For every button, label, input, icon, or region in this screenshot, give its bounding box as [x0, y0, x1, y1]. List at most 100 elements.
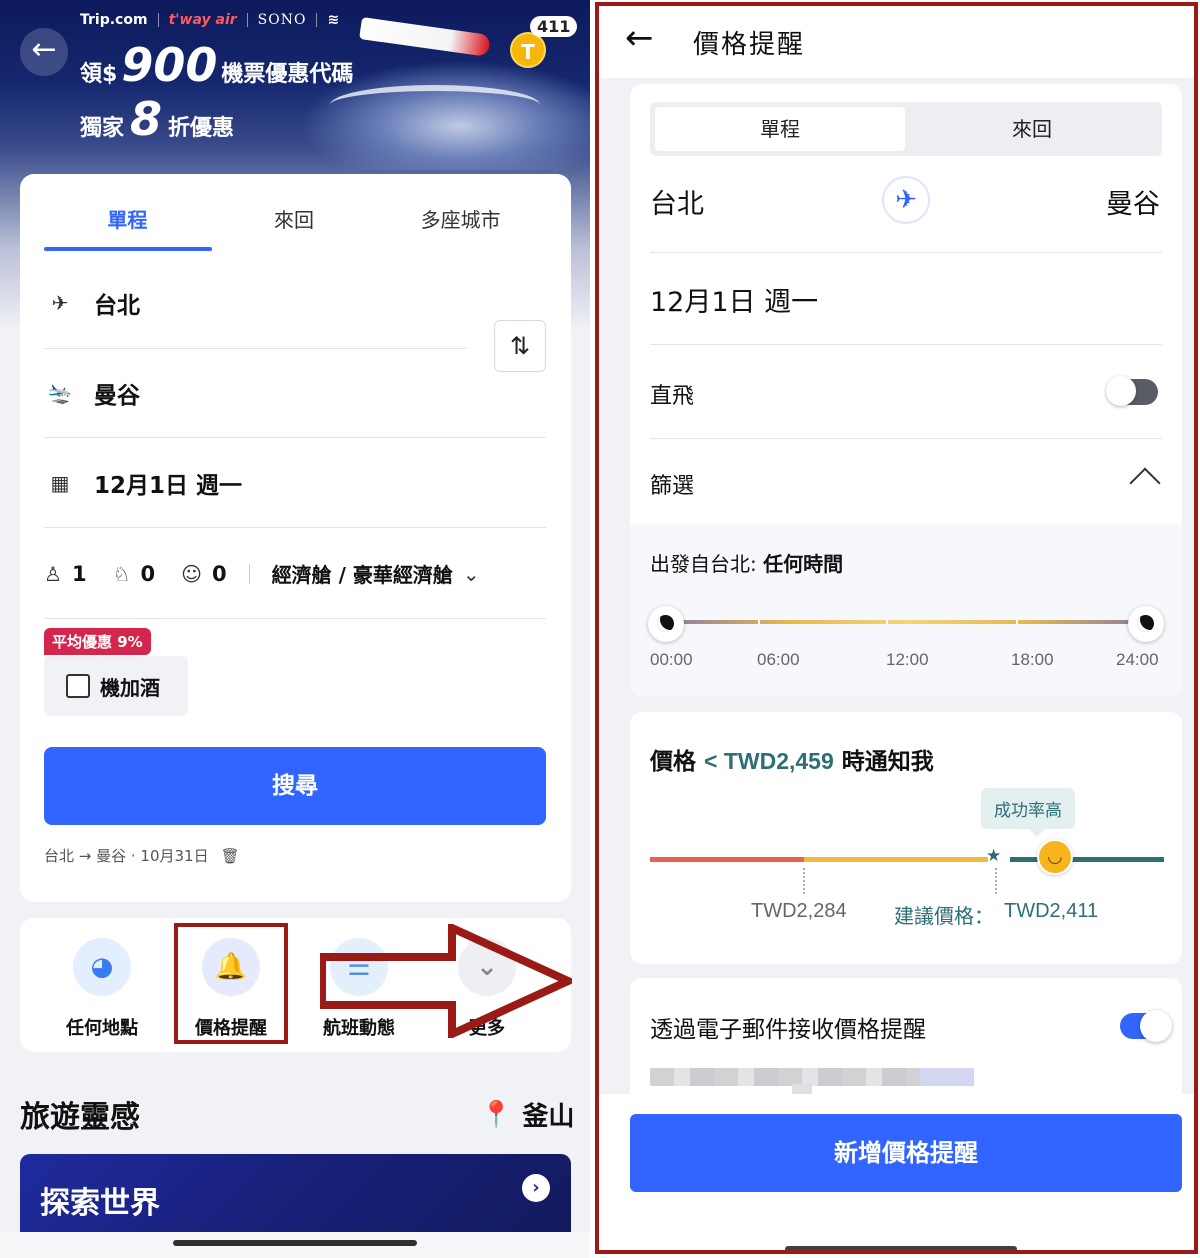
location-selector[interactable]: 📍 釜山	[480, 1096, 574, 1133]
search-button[interactable]: 搜尋	[44, 747, 546, 825]
time-range-slider[interactable]	[666, 620, 1146, 624]
slider-tick	[758, 620, 760, 624]
home-indicator	[173, 1240, 417, 1246]
suggested-price-label: 建議價格：	[894, 904, 994, 928]
active-tab-underline	[44, 247, 212, 251]
direct-flight-toggle[interactable]	[1106, 376, 1158, 406]
segment-one-way[interactable]: 單程	[655, 107, 905, 151]
origin-city: 台北	[94, 293, 140, 319]
passenger-cabin-selector[interactable]: ♙ 1 ♘ 0 ☺ 0 經濟艙 / 豪華經濟艙 ⌄	[44, 559, 480, 588]
divider	[157, 13, 159, 27]
calendar-icon: ▦	[50, 471, 70, 495]
divider	[246, 13, 248, 27]
star-icon: ★	[986, 846, 1002, 866]
location-pin-icon: 📍	[480, 1099, 513, 1130]
child-icon: ♘	[112, 561, 131, 586]
blurred-email-address	[920, 1068, 974, 1086]
smile-slider-handle-icon[interactable]: ◡	[1037, 839, 1073, 875]
airport-logo-icon: ≋	[327, 12, 340, 28]
airplane-image	[359, 17, 491, 57]
brand-logos: Trip.com t'way air SONO ≋	[80, 12, 339, 28]
hotel-bundle-checkbox[interactable]: 機加酒	[44, 656, 188, 716]
promo-amount: 8	[130, 92, 163, 146]
page-title: 價格提醒	[693, 30, 806, 60]
infant-count: 0	[211, 561, 227, 586]
destination-city[interactable]: 曼谷	[1106, 182, 1160, 221]
divider	[44, 527, 546, 528]
back-arrow-icon[interactable]: ←	[20, 28, 68, 76]
success-rate-pill: 成功率高	[981, 788, 1075, 837]
time-tick-label: 24:00	[1116, 650, 1159, 669]
trip-type-tabs: 單程 來回 多座城市	[44, 198, 544, 252]
promo-suffix: 折優惠	[168, 116, 235, 141]
trash-icon[interactable]: 🗑	[221, 847, 240, 865]
checkbox-icon[interactable]	[66, 674, 90, 698]
segment-round-trip[interactable]: 來回	[907, 107, 1157, 151]
back-arrow-icon[interactable]: ←	[625, 18, 654, 58]
tab-one-way[interactable]: 單程	[44, 198, 211, 252]
email-alert-label: 透過電子郵件接收價格提醒	[650, 1017, 926, 1043]
trip-coin-icon[interactable]: T	[510, 32, 546, 68]
add-price-alert-button[interactable]: 新增價格提醒	[630, 1114, 1182, 1192]
destination-city: 曼谷	[94, 383, 140, 409]
moon-icon-end-handle[interactable]	[1128, 606, 1164, 642]
divider	[44, 437, 546, 438]
sono-logo: SONO	[257, 12, 307, 28]
trip-type-segment: 單程 來回	[650, 102, 1162, 156]
airport-roof-shape	[330, 85, 540, 125]
tool-anywhere[interactable]: ◕ 任何地點	[42, 938, 162, 1040]
suggested-price: 建議價格： TWD2,411	[894, 900, 1098, 929]
time-tick-label: 06:00	[757, 650, 800, 669]
promo-line-1: 領$ 900 機票優惠代碼	[80, 38, 353, 92]
price-threshold-value: < TWD2,459	[704, 748, 834, 774]
departure-time-filter: 出發自台北: 任何時間	[650, 548, 843, 577]
globe-icon: ◕	[73, 938, 131, 996]
origin-city[interactable]: 台北	[650, 182, 704, 221]
slider-tick	[1016, 620, 1018, 624]
adult-count: 1	[71, 561, 87, 586]
time-tick-label: 00:00	[650, 650, 693, 669]
direct-flight-label: 直飛	[650, 384, 695, 409]
divider	[44, 348, 467, 349]
price-alert-highlight-frame	[174, 923, 288, 1044]
chevron-right-icon[interactable]: ›	[522, 1174, 550, 1202]
chevron-down-icon: ⌄	[462, 561, 480, 586]
history-item[interactable]: 台北 → 曼谷 · 10月31日	[44, 845, 209, 866]
swap-cities-button[interactable]: ⇅	[494, 320, 546, 372]
takeoff-icon: ✈	[51, 291, 69, 315]
adult-icon: ♙	[44, 561, 62, 586]
chevron-up-icon[interactable]	[1129, 467, 1161, 499]
landing-icon: 🛬	[47, 381, 73, 405]
time-tick-label: 12:00	[886, 650, 929, 669]
departure-value: 任何時間	[763, 552, 844, 576]
header: ← 價格提醒	[599, 6, 1194, 78]
email-alert-toggle[interactable]	[1120, 1010, 1172, 1042]
price-bar-yellow	[804, 857, 988, 862]
filter-label[interactable]: 篩選	[650, 468, 694, 500]
divider	[316, 13, 318, 27]
departure-date[interactable]: 12月1日 週一	[650, 280, 818, 319]
slider-tick	[886, 620, 888, 624]
departure-label: 出發自台北:	[650, 552, 757, 576]
tab-multi-city[interactable]: 多座城市	[377, 198, 544, 252]
price-threshold-card: 價格 < TWD2,459 時通知我 成功率高 ★ ◡ TWD2,284 建議價…	[630, 712, 1182, 964]
flight-search-card: 單程 來回 多座城市 ✈ 台北 ⇅ 🛬 曼谷 ▦ 12月1日 週一 ♙ 1 ♘ …	[20, 174, 571, 902]
search-history[interactable]: 台北 → 曼谷 · 10月31日 🗑	[44, 845, 240, 866]
home-indicator	[785, 1246, 1017, 1250]
hotel-bundle-label: 機加酒	[100, 675, 160, 700]
origin-field[interactable]: ✈ 台北	[44, 286, 140, 320]
child-count: 0	[140, 561, 156, 586]
promo-line-2: 獨家 8 折優惠	[80, 92, 234, 146]
date-field[interactable]: ▦ 12月1日 週一	[44, 466, 242, 500]
location-name: 釜山	[522, 1102, 575, 1132]
explore-title: 探索世界	[40, 1186, 160, 1221]
right-screen: ← 價格提醒 單程 來回 台北 ✈ 曼谷 12月1日 週一 直飛 篩選 出發自台…	[595, 2, 1198, 1254]
moon-icon-start-handle[interactable]	[648, 606, 684, 642]
toggle-knob	[1106, 376, 1136, 406]
destination-field[interactable]: 🛬 曼谷	[44, 376, 140, 410]
price-bar-teal	[1010, 857, 1164, 862]
tab-round-trip[interactable]: 來回	[211, 198, 378, 252]
airplane-icon: ✈	[882, 176, 930, 224]
promo-prefix: 領$	[80, 62, 118, 87]
departure-date: 12月1日 週一	[94, 473, 243, 499]
